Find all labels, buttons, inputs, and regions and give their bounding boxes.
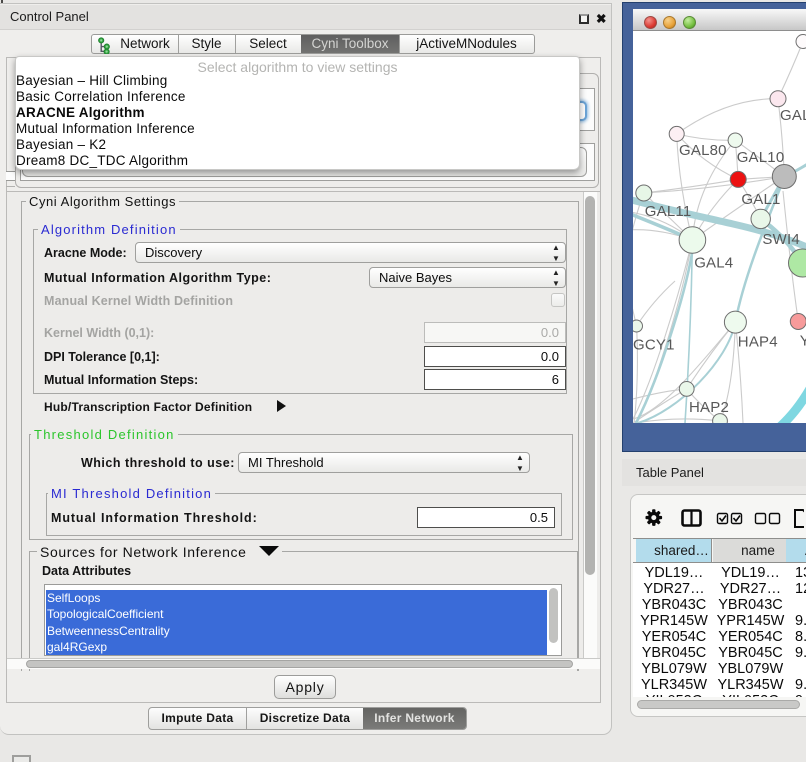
svg-text:Y: Y — [800, 333, 806, 350]
svg-text:GAL1: GAL1 — [741, 191, 780, 208]
svg-text:GAL11: GAL11 — [645, 203, 692, 220]
svg-text:GCY1: GCY1 — [633, 337, 675, 354]
svg-text:HAP4: HAP4 — [738, 334, 778, 351]
svg-text:GAL7: GAL7 — [780, 107, 806, 124]
svg-text:GAL10: GAL10 — [737, 149, 785, 166]
svg-text:GAL80: GAL80 — [679, 142, 727, 159]
svg-text:SWI4: SWI4 — [762, 231, 799, 248]
svg-text:GAL4: GAL4 — [694, 255, 733, 272]
svg-text:HAP2: HAP2 — [689, 399, 729, 416]
